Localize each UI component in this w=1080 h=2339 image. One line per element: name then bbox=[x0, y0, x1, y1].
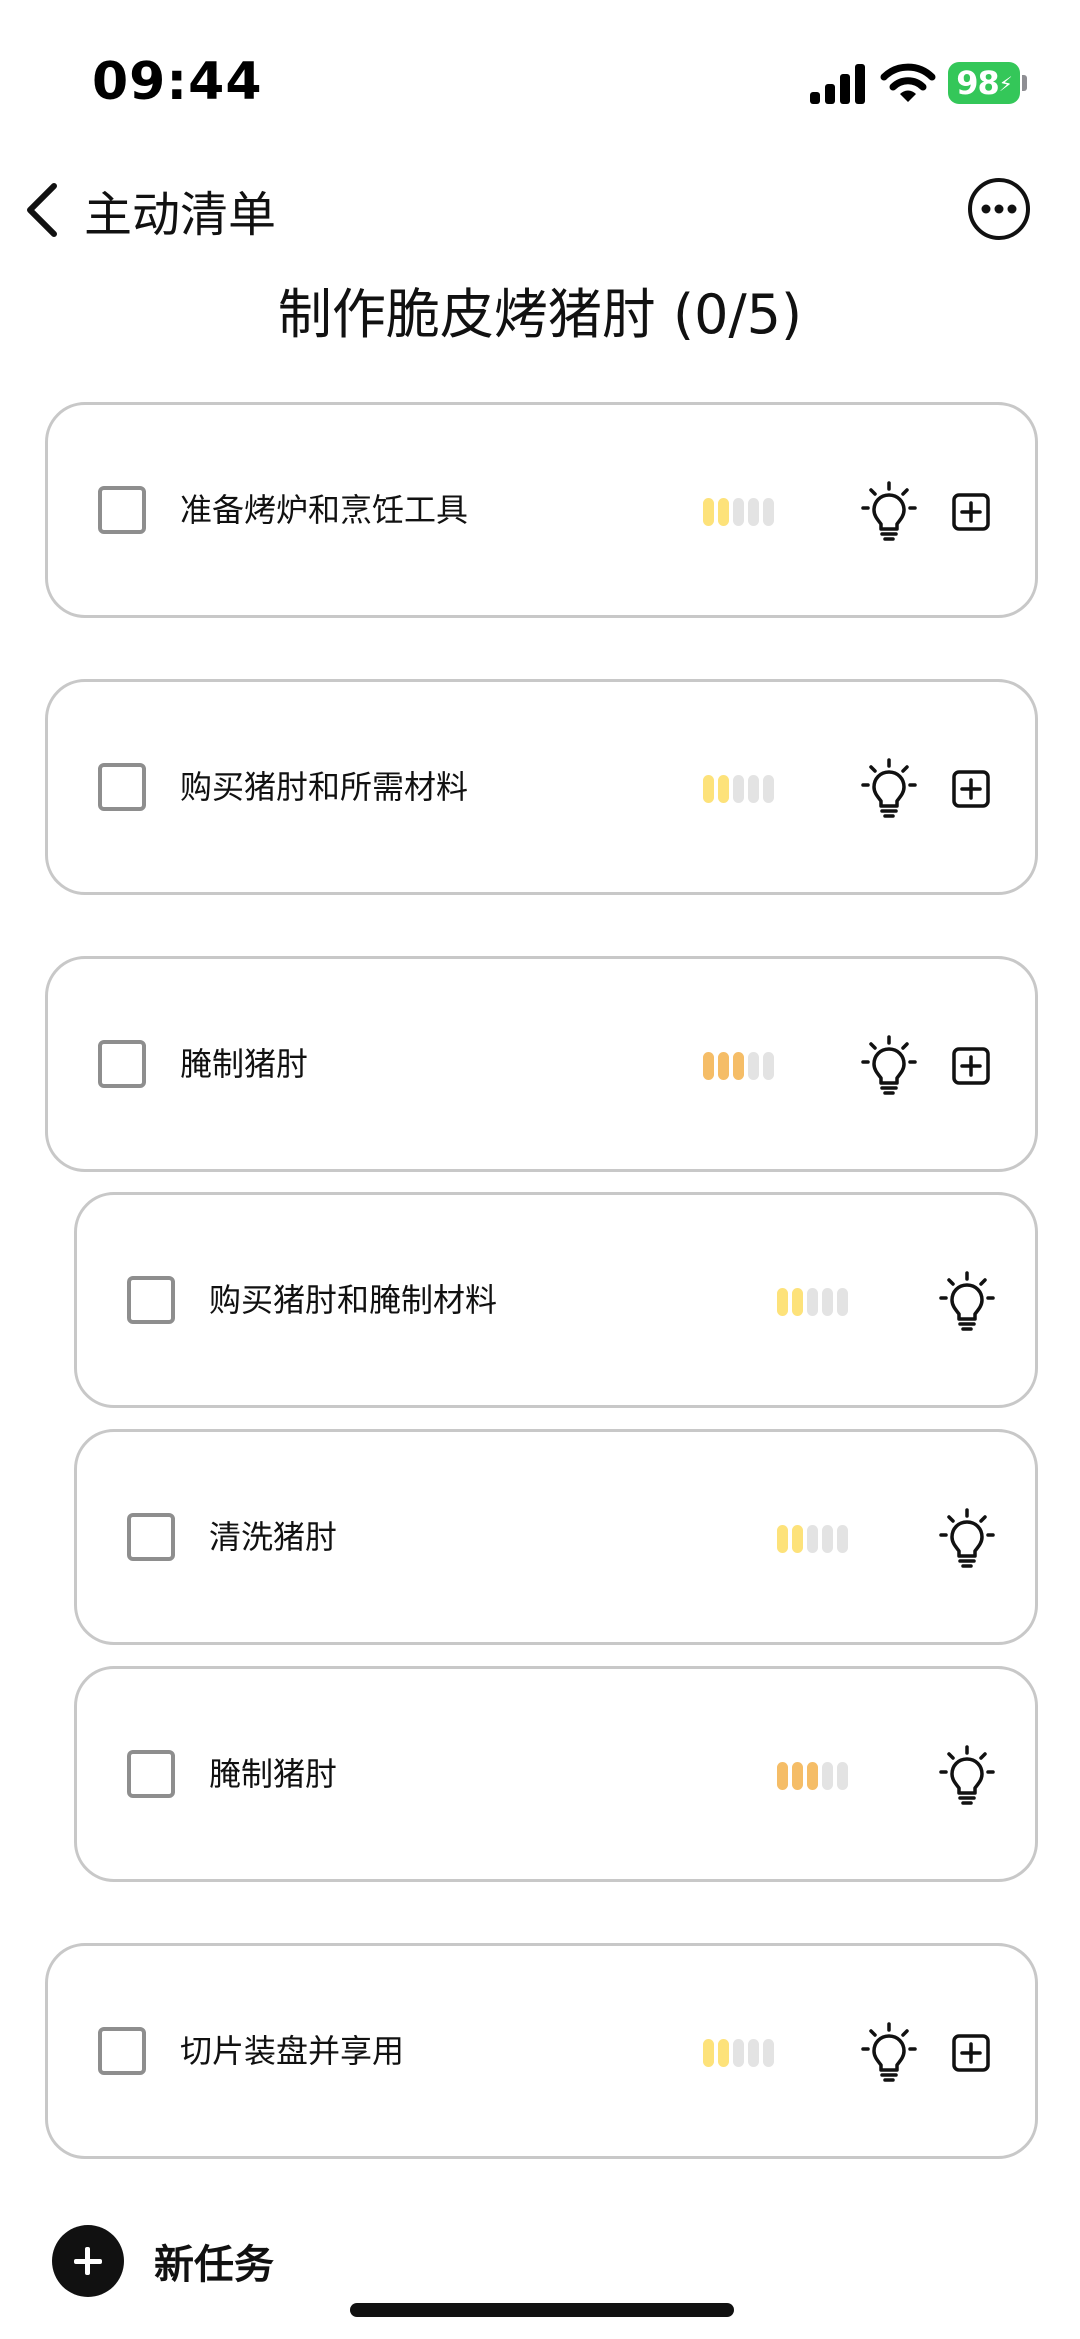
difficulty-bar bbox=[777, 1762, 788, 1790]
page-title: 制作脆皮烤猪肘 (0/5) bbox=[277, 283, 803, 346]
difficulty-bar bbox=[777, 1288, 788, 1316]
lightbulb-icon[interactable] bbox=[861, 481, 917, 543]
subtask-card[interactable]: 清洗猪肘 bbox=[74, 1429, 1038, 1645]
difficulty-bar bbox=[703, 498, 714, 526]
battery-cap bbox=[1022, 75, 1027, 91]
difficulty-meter bbox=[703, 1052, 774, 1080]
difficulty-bar bbox=[822, 1288, 833, 1316]
lightbulb-icon[interactable] bbox=[861, 1035, 917, 1097]
task-checkbox[interactable] bbox=[98, 486, 146, 534]
lightbulb-icon[interactable] bbox=[861, 758, 917, 820]
task-card[interactable]: 切片装盘并享用 bbox=[45, 1943, 1038, 2159]
difficulty-meter bbox=[777, 1288, 848, 1316]
add-subtask-icon[interactable] bbox=[951, 492, 991, 532]
back-button[interactable]: 主动清单 bbox=[20, 175, 276, 245]
subtask-card[interactable]: 腌制猪肘 bbox=[74, 1666, 1038, 1882]
difficulty-bar bbox=[807, 1288, 818, 1316]
difficulty-bar bbox=[837, 1525, 848, 1553]
back-label: 主动清单 bbox=[84, 187, 277, 243]
task-label: 清洗猪肘 bbox=[209, 1518, 338, 1556]
task-label: 腌制猪肘 bbox=[209, 1755, 338, 1793]
task-checkbox[interactable] bbox=[98, 1040, 146, 1088]
difficulty-bar bbox=[733, 498, 744, 526]
difficulty-bar bbox=[703, 1052, 714, 1080]
difficulty-bar bbox=[792, 1288, 803, 1316]
task-label: 准备烤炉和烹饪工具 bbox=[180, 491, 469, 529]
task-checkbox[interactable] bbox=[98, 2027, 146, 2075]
difficulty-bar bbox=[763, 2039, 774, 2067]
battery-level: 98 bbox=[956, 64, 1000, 102]
task-label: 切片装盘并享用 bbox=[180, 2032, 405, 2070]
status-bar: 09:44 98⚡ bbox=[0, 0, 1080, 140]
status-time: 09:44 bbox=[92, 52, 263, 112]
difficulty-meter bbox=[703, 2039, 774, 2067]
difficulty-bar bbox=[748, 2039, 759, 2067]
lightbulb-icon[interactable] bbox=[939, 1745, 995, 1807]
difficulty-bar bbox=[733, 775, 744, 803]
difficulty-bar bbox=[718, 2039, 729, 2067]
chevron-left-icon bbox=[27, 183, 57, 237]
difficulty-bar bbox=[807, 1762, 818, 1790]
subtask-card[interactable]: 购买猪肘和腌制材料 bbox=[74, 1192, 1038, 1408]
task-label: 购买猪肘和所需材料 bbox=[180, 768, 469, 806]
lightbulb-icon[interactable] bbox=[861, 2022, 917, 2084]
difficulty-bar bbox=[703, 775, 714, 803]
task-card[interactable]: 准备烤炉和烹饪工具 bbox=[45, 402, 1038, 618]
difficulty-bar bbox=[792, 1525, 803, 1553]
difficulty-bar bbox=[718, 498, 729, 526]
difficulty-bar bbox=[822, 1762, 833, 1790]
task-card[interactable]: 购买猪肘和所需材料 bbox=[45, 679, 1038, 895]
task-label: 购买猪肘和腌制材料 bbox=[209, 1281, 498, 1319]
difficulty-bar bbox=[822, 1525, 833, 1553]
task-checkbox[interactable] bbox=[98, 763, 146, 811]
home-indicator bbox=[350, 2303, 734, 2317]
more-options-button[interactable] bbox=[966, 176, 1032, 242]
difficulty-bar bbox=[748, 1052, 759, 1080]
add-subtask-icon[interactable] bbox=[951, 769, 991, 809]
task-card[interactable]: 腌制猪肘 bbox=[45, 956, 1038, 1172]
wifi-icon bbox=[880, 63, 936, 102]
task-checkbox[interactable] bbox=[127, 1513, 175, 1561]
difficulty-bar bbox=[733, 1052, 744, 1080]
difficulty-bar bbox=[837, 1288, 848, 1316]
task-label: 腌制猪肘 bbox=[180, 1045, 309, 1083]
plus-circle-icon bbox=[52, 2225, 124, 2297]
task-checkbox[interactable] bbox=[127, 1750, 175, 1798]
difficulty-bar bbox=[718, 775, 729, 803]
difficulty-bar bbox=[733, 2039, 744, 2067]
difficulty-bar bbox=[763, 498, 774, 526]
difficulty-bar bbox=[792, 1762, 803, 1790]
difficulty-bar bbox=[807, 1525, 818, 1553]
difficulty-meter bbox=[777, 1762, 848, 1790]
difficulty-bar bbox=[763, 1052, 774, 1080]
lightbulb-icon[interactable] bbox=[939, 1271, 995, 1333]
difficulty-bar bbox=[703, 2039, 714, 2067]
add-subtask-icon[interactable] bbox=[951, 1046, 991, 1086]
new-task-button[interactable]: 新任务 bbox=[52, 2225, 274, 2297]
cellular-signal-icon bbox=[810, 64, 865, 104]
difficulty-bar bbox=[837, 1762, 848, 1790]
difficulty-bar bbox=[748, 498, 759, 526]
difficulty-meter bbox=[703, 498, 774, 526]
new-task-label: 新任务 bbox=[154, 2242, 274, 2288]
difficulty-bar bbox=[777, 1525, 788, 1553]
battery-indicator: 98⚡ bbox=[948, 62, 1020, 104]
lightbulb-icon[interactable] bbox=[939, 1508, 995, 1570]
difficulty-meter bbox=[703, 775, 774, 803]
difficulty-bar bbox=[748, 775, 759, 803]
add-subtask-icon[interactable] bbox=[951, 2033, 991, 2073]
difficulty-bar bbox=[718, 1052, 729, 1080]
difficulty-meter bbox=[777, 1525, 848, 1553]
difficulty-bar bbox=[763, 775, 774, 803]
task-checkbox[interactable] bbox=[127, 1276, 175, 1324]
charging-bolt-icon: ⚡ bbox=[998, 72, 1013, 96]
